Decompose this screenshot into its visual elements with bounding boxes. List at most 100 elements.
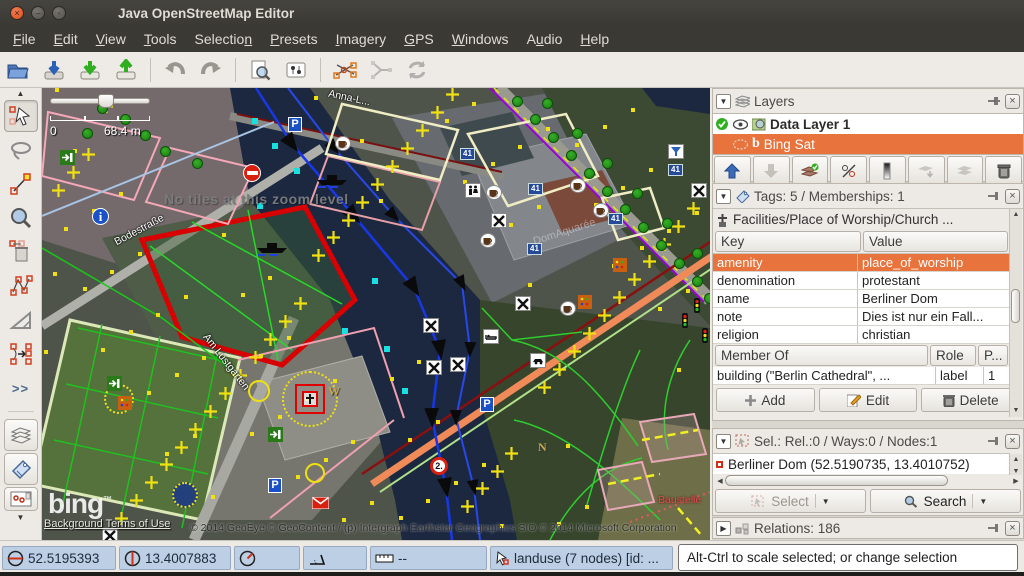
tag-row-amenity[interactable]: amenityplace_of_worship [713,254,1010,272]
map-selected-node-marker[interactable] [461,500,474,518]
map-node-marker[interactable] [53,272,57,276]
tool-draw[interactable] [4,168,38,200]
map-selected-node-marker[interactable] [643,255,656,273]
map-selected-node-marker[interactable] [672,220,685,238]
tags-close-button[interactable]: × [1005,189,1020,204]
menu-file[interactable]: File [4,28,45,50]
selection-collapse-button[interactable]: ▼ [716,434,731,449]
map-selected-node-marker[interactable] [431,106,444,124]
map-node-marker[interactable] [241,293,245,297]
map-node-marker[interactable] [546,127,550,131]
map-selected-node-marker[interactable] [583,327,596,345]
layers-close-button[interactable]: × [1005,94,1020,109]
closed-poi-icon[interactable] [515,296,531,311]
map-node-marker[interactable] [399,516,403,520]
layer-activate-button[interactable] [792,156,829,185]
map-node-marker[interactable] [454,481,458,485]
map-node-marker[interactable] [360,139,364,143]
layer-merge-down-button[interactable] [908,156,945,185]
toggle-relation-panel[interactable] [4,487,38,511]
selection-vscrollbar[interactable]: ▲▼ [1009,454,1022,475]
redo-button[interactable] [195,55,227,85]
map-selected-node-marker[interactable] [52,184,65,202]
map-selected-node-marker[interactable] [568,345,581,363]
preset-row[interactable]: Facilities/Place of Worship/Church ... [713,208,1023,230]
shop-icon[interactable] [118,396,132,415]
parking-icon[interactable]: P [480,397,494,412]
selection-close-button[interactable]: × [1005,434,1020,449]
map-node-marker[interactable] [482,463,486,467]
map-selected-node-marker[interactable] [416,124,429,142]
map-node-marker[interactable] [278,415,282,419]
preferences-button[interactable] [280,55,312,85]
layer-delete-button[interactable] [985,156,1022,185]
map-selected-node-marker[interactable] [628,273,641,291]
entrance-icon[interactable] [268,427,283,447]
map-selected-node-marker[interactable] [553,363,566,381]
map-selected-node-marker[interactable] [279,315,292,333]
map-selected-node-marker[interactable] [386,160,399,178]
transit-stop-icon[interactable] [668,144,684,159]
closed-poi-icon[interactable] [426,360,442,375]
tree-icon[interactable] [584,168,595,179]
map-selected-node-marker[interactable] [160,458,173,476]
fountain-icon[interactable] [172,482,198,508]
map-node-marker[interactable] [268,276,272,280]
tools-scroll-up[interactable]: ▲ [3,88,39,99]
tool-select[interactable] [4,100,38,132]
closed-poi-icon[interactable] [423,318,439,333]
map-node-marker[interactable] [491,162,495,166]
selection-pin-button[interactable] [986,434,1001,449]
map-node-marker[interactable] [314,96,318,100]
window-close-button[interactable]: × [10,6,24,20]
closed-poi-icon[interactable] [491,213,507,228]
menu-windows[interactable]: Windows [443,28,518,50]
menu-view[interactable]: View [87,28,135,50]
map-selected-node-marker[interactable] [204,405,217,423]
map-node-marker[interactable] [250,432,254,436]
terms-of-use-link[interactable]: Background Terms of Use [44,518,170,530]
map-node-marker[interactable] [436,420,440,424]
position-column-header[interactable]: P... [978,345,1008,366]
tree-icon[interactable] [512,96,523,107]
tool-extrude[interactable] [4,304,38,336]
map-node-marker[interactable] [64,227,68,231]
tree-icon[interactable] [542,98,553,109]
map-node-marker[interactable] [603,125,607,129]
tree-icon[interactable] [692,248,703,259]
tool-lasso[interactable] [4,134,38,166]
undo-button[interactable] [159,55,191,85]
map-node-marker[interactable] [222,233,226,237]
map-node-marker[interactable] [351,440,355,444]
tree-icon[interactable] [704,293,710,304]
cafe-icon[interactable] [560,301,576,316]
map-node-marker[interactable] [686,289,690,293]
tag-row-note[interactable]: noteDies ist nur ein Fall... [713,308,1010,326]
no-entry-sign-icon[interactable] [243,164,261,182]
map-node-marker[interactable] [667,229,671,233]
toggle-tags-panel[interactable] [4,453,38,485]
route-41-badge[interactable]: 41 [528,183,543,195]
post-box-icon[interactable] [312,496,329,514]
map-selected-node-marker[interactable] [145,476,158,494]
tag-row-religion[interactable]: religionchristian [713,326,1010,344]
map-selected-node-marker[interactable] [130,494,143,512]
map-node-marker[interactable] [509,223,513,227]
menu-help[interactable]: Help [571,28,618,50]
map-selected-node-marker[interactable] [401,142,414,160]
delete-tag-button[interactable]: Delete [921,388,1020,412]
relations-expand-button[interactable]: ▶ [716,521,731,536]
map-selected-node-marker[interactable] [613,291,626,309]
map-selected-node-marker[interactable] [342,214,355,232]
selected-church-node[interactable] [295,384,325,419]
layer-move-up-button[interactable] [714,156,751,185]
open-file-button[interactable] [2,55,34,85]
map-canvas[interactable]: PPP4141414141i2. No tiles at this zoom l… [42,88,710,540]
route-41-badge[interactable]: 41 [668,164,683,176]
map-node-marker[interactable] [417,360,421,364]
tree-icon[interactable] [638,222,649,233]
cafe-icon[interactable] [593,203,609,218]
map-node-marker[interactable] [621,186,625,190]
tree-icon[interactable] [692,276,703,287]
cafe-icon[interactable] [480,233,496,248]
